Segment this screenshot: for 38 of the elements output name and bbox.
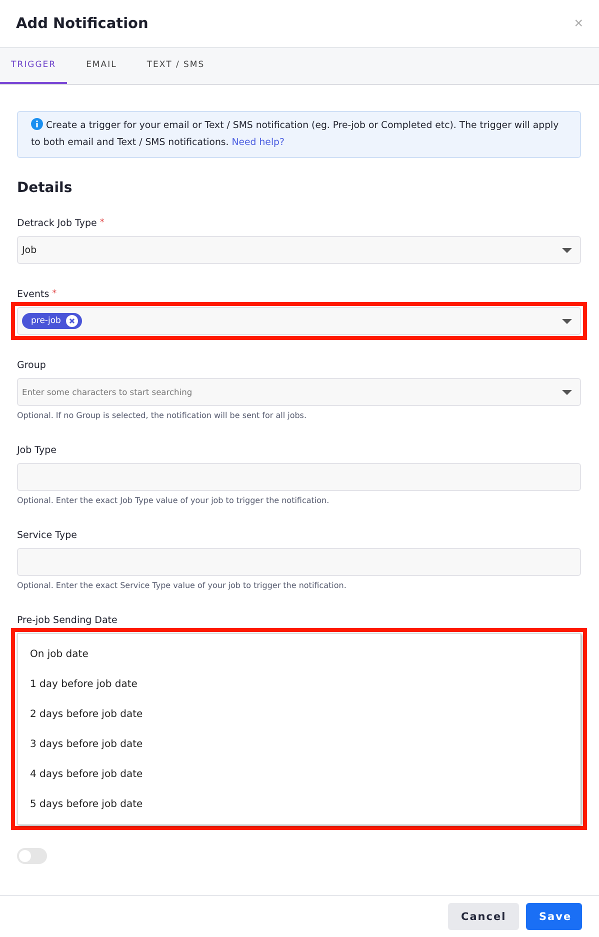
remove-icon[interactable]: [66, 315, 78, 327]
caret-icon: [562, 248, 572, 252]
tab[interactable]: TEXT / SMS: [136, 48, 216, 84]
help-text: Optional. If no Group is selected, the notification will be sent for all jobs.: [17, 411, 308, 420]
cancel-button[interactable]: Cancel: [448, 903, 519, 930]
info-icon: [31, 118, 43, 130]
dropdown-option[interactable]: On job date: [18, 639, 580, 669]
field-label: Pre-job Sending Date: [17, 615, 118, 626]
save-button[interactable]: Save: [526, 903, 582, 930]
toggle-switch[interactable]: [17, 848, 47, 864]
input-field[interactable]: [17, 463, 581, 491]
dropdown-option[interactable]: 3 days before job date: [18, 729, 580, 759]
field-label: Detrack Job Type: [17, 218, 97, 229]
select-field[interactable]: Enter some characters to start searching: [17, 378, 581, 406]
help-link[interactable]: Need help?: [232, 137, 284, 148]
tab[interactable]: TRIGGER: [0, 48, 68, 84]
help-text: Optional. Enter the exact Service Type value of your job to trigger the notification.: [17, 581, 348, 590]
field-label: Job Type: [17, 445, 56, 456]
tag-select-field[interactable]: pre-job: [17, 307, 581, 335]
field-label: Group: [17, 360, 46, 371]
field-label: Events: [17, 289, 50, 300]
dropdown-option[interactable]: 4 days before job date: [18, 759, 580, 789]
dropdown-option[interactable]: 1 day before job date: [18, 669, 580, 699]
required-mark: *: [100, 218, 104, 228]
required-mark: *: [52, 289, 57, 299]
caret-icon: [562, 318, 572, 324]
field-label: Service Type: [17, 530, 77, 541]
dialog-title: Add Notification: [16, 16, 148, 32]
help-text: Optional. Enter the exact Job Type value of your job to trigger the notification.: [17, 496, 330, 505]
dropdown-option[interactable]: 5 days before job date: [18, 789, 580, 819]
section-title: Details: [17, 180, 74, 196]
input-field[interactable]: [17, 548, 581, 576]
event-tag: pre-job: [22, 313, 82, 329]
info-text: Create a trigger for your email or Text / SMS notification (eg. Pre-job or Completed etc). The trigger will apply to both email and Text / SMS notifications. Need help?: [31, 117, 560, 150]
dropdown-option[interactable]: 2 days before job date: [18, 699, 580, 729]
select-field[interactable]: Job: [17, 236, 581, 264]
tab[interactable]: EMAIL: [75, 48, 128, 84]
caret-icon: [562, 390, 572, 394]
